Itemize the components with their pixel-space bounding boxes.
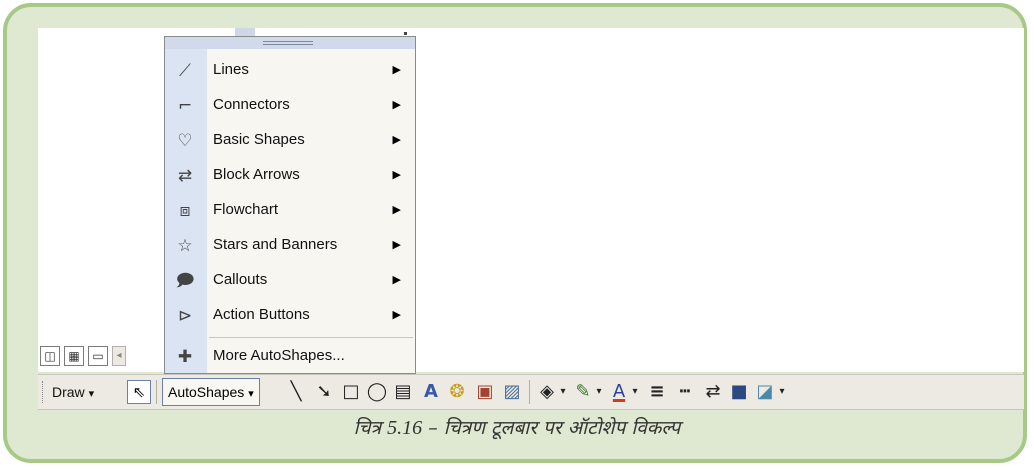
select-objects-icon[interactable]: ⇖ xyxy=(127,380,151,404)
menu-item-label: Lines xyxy=(213,61,249,78)
autoshapes-label: AutoShapes xyxy=(168,384,245,400)
chevron-down-icon: ▾ xyxy=(88,388,95,400)
menu-item-block-arrows[interactable]: ⇄ Block Arrows ▶ xyxy=(165,158,415,193)
menu-item-stars-banners[interactable]: ☆ Stars and Banners ▶ xyxy=(165,228,415,263)
submenu-arrow-icon: ▶ xyxy=(392,273,401,286)
menu-drag-handle[interactable] xyxy=(165,37,415,49)
figure-caption: चित्र 5.16 – चित्रण टूलबार पर ऑटोशेप विक… xyxy=(0,414,1034,440)
view-buttons: ◫ ▦ ▭ ◂ xyxy=(40,345,126,367)
submenu-arrow-icon: ▶ xyxy=(392,203,401,216)
arrow-style-icon[interactable]: ⇄ xyxy=(702,380,724,404)
submenu-arrow-icon: ▶ xyxy=(392,308,401,321)
toolbar-separator xyxy=(156,380,157,404)
toolbar-options-icon[interactable]: ▾ xyxy=(777,380,787,404)
menu-item-label: Action Buttons xyxy=(213,306,310,323)
toolbar-fragment xyxy=(235,28,255,36)
arrow-tool-icon[interactable]: ➘ xyxy=(313,380,335,404)
3d-style-icon[interactable]: ◪ xyxy=(754,380,776,404)
toolbar-separator xyxy=(529,380,530,404)
draw-menu-button[interactable]: Draw ▾ xyxy=(52,380,94,404)
wordart-tool-icon[interactable]: A xyxy=(420,380,442,404)
connectors-icon: ⌐ xyxy=(177,96,193,116)
draw-label: Draw xyxy=(52,384,85,400)
font-color-icon[interactable]: A xyxy=(608,380,630,404)
submenu-arrow-icon: ▶ xyxy=(392,63,401,76)
lines-icon: ⟋ xyxy=(179,61,191,81)
caption-prefix: चित्र xyxy=(353,417,388,439)
menu-item-label: Connectors xyxy=(213,96,290,113)
dash-style-icon[interactable]: ┅ xyxy=(674,380,696,404)
menu-item-callouts[interactable]: 🗩 Callouts ▶ xyxy=(165,263,415,298)
menu-item-flowchart[interactable]: ⧈ Flowchart ▶ xyxy=(165,193,415,228)
callouts-icon: 🗩 xyxy=(175,271,195,291)
chevron-down-icon[interactable]: ▾ xyxy=(558,380,568,404)
flowchart-icon: ⧈ xyxy=(179,201,191,221)
line-color-icon[interactable]: ✎ xyxy=(572,380,594,404)
caption-text: – चित्रण टूलबार पर ऑटोशेप विकल्प xyxy=(422,417,681,439)
menu-item-label: Stars and Banners xyxy=(213,236,338,253)
stars-banners-icon: ☆ xyxy=(177,236,193,256)
autoshapes-menu-button[interactable]: AutoShapes ▾ xyxy=(162,378,260,406)
scroll-left-icon[interactable]: ◂ xyxy=(112,346,126,366)
clipart-tool-icon[interactable]: ▣ xyxy=(474,380,496,404)
basic-shapes-icon: ♡ xyxy=(177,131,193,151)
submenu-arrow-icon: ▶ xyxy=(392,133,401,146)
menu-item-label: Flowchart xyxy=(213,201,279,218)
normal-view-icon[interactable]: ◫ xyxy=(40,346,60,366)
rectangle-tool-icon[interactable]: □ xyxy=(340,380,362,404)
autoshapes-menu: ⟋ Lines ▶ ⌐ Connectors ▶ ♡ Basic Shapes … xyxy=(164,36,416,374)
menu-separator xyxy=(209,337,413,338)
shadow-style-icon[interactable]: ■ xyxy=(728,380,750,404)
picture-tool-icon[interactable]: ▨ xyxy=(501,380,523,404)
oval-tool-icon[interactable]: ◯ xyxy=(366,380,388,404)
fill-color-icon[interactable]: ◈ xyxy=(536,380,558,404)
menu-item-action-buttons[interactable]: ⊳ Action Buttons ▶ xyxy=(165,298,415,333)
chevron-down-icon: ▾ xyxy=(248,388,254,400)
chevron-down-icon[interactable]: ▾ xyxy=(630,380,640,404)
caption-number: 5.16 xyxy=(387,417,423,439)
block-arrows-icon: ⇄ xyxy=(177,166,193,186)
menu-item-label: Block Arrows xyxy=(213,166,300,183)
submenu-arrow-icon: ▶ xyxy=(392,98,401,111)
textbox-tool-icon[interactable]: ▤ xyxy=(392,380,414,404)
menu-item-label: Callouts xyxy=(213,271,268,288)
submenu-arrow-icon: ▶ xyxy=(392,238,401,251)
line-style-icon[interactable]: ≡ xyxy=(646,380,668,404)
canvas-dot xyxy=(404,32,407,35)
slide-sorter-icon[interactable]: ▦ xyxy=(64,346,84,366)
line-tool-icon[interactable]: ╲ xyxy=(285,380,307,404)
diagram-tool-icon[interactable]: ❂ xyxy=(446,380,468,404)
drawing-toolbar: Draw ▾ ⇖ AutoShapes ▾ ╲ ➘ □ ◯ ▤ A ❂ ▣ ▨ … xyxy=(38,374,1024,410)
chevron-down-icon[interactable]: ▾ xyxy=(594,380,604,404)
more-autoshapes-icon: ✚ xyxy=(177,347,193,367)
menu-item-basic-shapes[interactable]: ♡ Basic Shapes ▶ xyxy=(165,123,415,158)
menu-item-connectors[interactable]: ⌐ Connectors ▶ xyxy=(165,88,415,123)
submenu-arrow-icon: ▶ xyxy=(392,168,401,181)
menu-item-label: Basic Shapes xyxy=(213,131,305,148)
slide-show-icon[interactable]: ▭ xyxy=(88,346,108,366)
menu-item-label: More AutoShapes... xyxy=(213,347,345,364)
toolbar-grip[interactable] xyxy=(42,381,45,403)
menu-item-more-autoshapes[interactable]: ✚ More AutoShapes... xyxy=(165,339,415,374)
action-buttons-icon: ⊳ xyxy=(177,306,193,326)
menu-item-lines[interactable]: ⟋ Lines ▶ xyxy=(165,53,415,88)
